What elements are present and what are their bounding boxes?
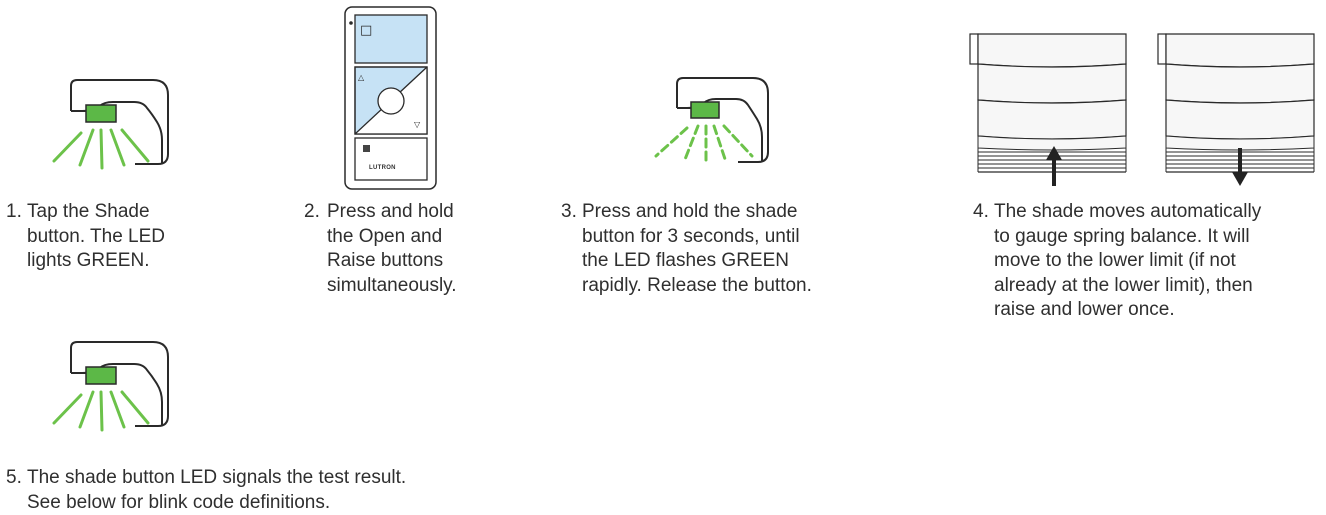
lower-symbol: ▽ — [414, 120, 421, 129]
arrow-down-icon — [1232, 148, 1248, 186]
step-text: The shade button LED signals the test re… — [27, 467, 407, 513]
step-number: 2. — [304, 201, 320, 222]
step-number: 3. — [561, 201, 577, 222]
step-text: Press and hold the Open and Raise button… — [327, 201, 457, 296]
pico-remote-icon: □ △ ▽ LUTRON — [344, 6, 437, 190]
step-number: 5. — [6, 467, 22, 488]
step-text: The shade moves automatically to gauge s… — [994, 201, 1262, 320]
shade-led-flashing-icon — [654, 77, 769, 166]
raise-symbol: △ — [358, 73, 365, 82]
step5-led-solid-illustration — [40, 340, 180, 432]
shade-led-solid-icon — [52, 79, 169, 170]
step4-caption: 4. The shade moves automatically to gaug… — [973, 200, 1323, 323]
remote-brand-label: LUTRON — [369, 165, 396, 171]
step1-led-solid-illustration — [40, 78, 180, 170]
step-number: 4. — [973, 201, 989, 222]
step-number: 1. — [6, 201, 22, 222]
step1-caption: 1. Tap the Shade button. The LED lights … — [6, 200, 206, 274]
step3-caption: 3. Press and hold the shade button for 3… — [561, 200, 881, 298]
shade-led-solid-icon — [52, 341, 169, 432]
step4-shade-movement-illustration — [969, 30, 1316, 190]
step3-led-flashing-illustration — [648, 76, 788, 166]
step2-caption: 2. Press and hold the Open and Raise but… — [304, 200, 504, 298]
step2-remote-illustration: □ △ ▽ LUTRON — [344, 6, 437, 190]
shade-raise-lower-icon — [969, 33, 1315, 186]
open-symbol: □ — [360, 23, 372, 38]
step5-caption: 5. The shade button LED signals the test… — [6, 466, 466, 515]
step-text: Press and hold the shade button for 3 se… — [582, 201, 812, 296]
step-text: Tap the Shade button. The LED lights GRE… — [27, 201, 166, 271]
